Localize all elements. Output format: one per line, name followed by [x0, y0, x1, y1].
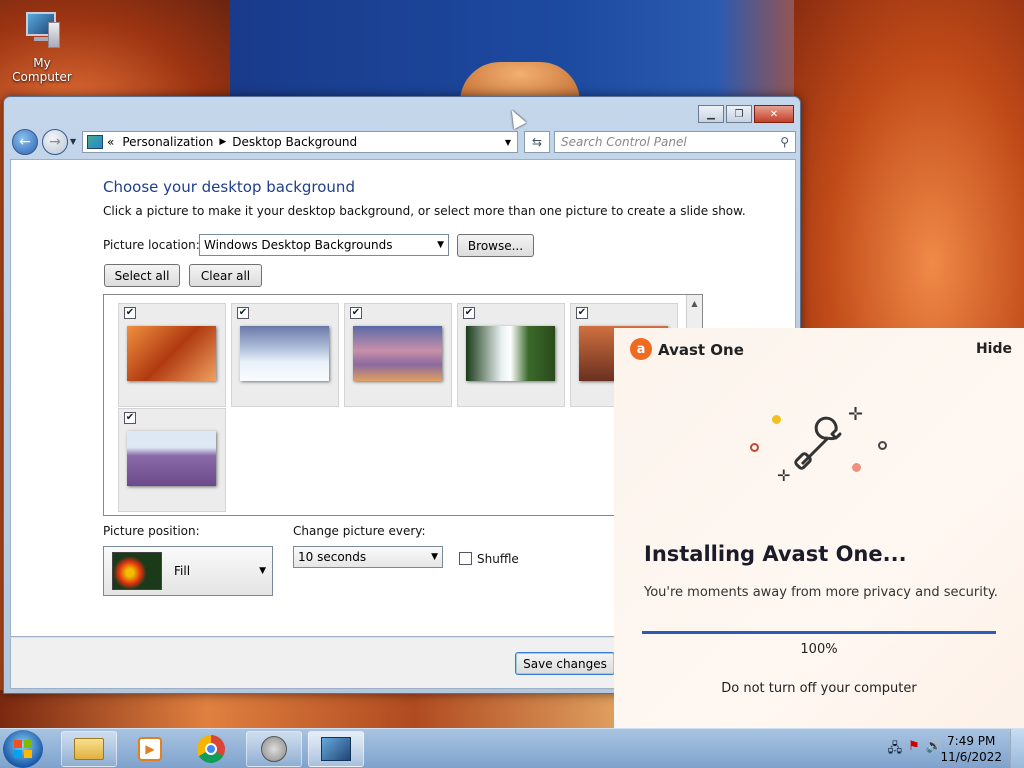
- picture-tile-coast-sunset[interactable]: ✔: [344, 303, 452, 407]
- picture-position-select[interactable]: Fill ▼: [103, 546, 273, 596]
- avast-installer-panel: a Avast One Hide ✛ ✛ Installing Avast On…: [614, 328, 1024, 728]
- picture-location-value: Windows Desktop Backgrounds: [204, 238, 393, 252]
- back-button[interactable]: ←: [12, 129, 38, 155]
- show-desktop-button[interactable]: [1010, 729, 1024, 768]
- shuffle-checkbox[interactable]: [459, 552, 472, 565]
- scroll-up-icon[interactable]: ▲: [687, 295, 702, 311]
- position-preview-icon: [112, 552, 162, 590]
- clock[interactable]: 7:49 PM 11/6/2022: [940, 733, 1002, 765]
- clock-date: 11/6/2022: [940, 750, 1002, 764]
- clock-time: 7:49 PM: [947, 734, 996, 748]
- coast-sunset-thumbnail: [353, 326, 442, 381]
- checkbox[interactable]: ✔: [350, 307, 362, 319]
- breadcrumb-personalization[interactable]: Personalization: [122, 135, 213, 149]
- checkbox[interactable]: ✔: [463, 307, 475, 319]
- picture-location-select[interactable]: Windows Desktop Backgrounds ▼: [199, 234, 449, 256]
- picture-position-value: Fill: [174, 564, 191, 578]
- avast-brand: Avast One: [658, 341, 744, 359]
- page-title: Choose your desktop background: [103, 178, 355, 196]
- compass-icon: [261, 736, 287, 762]
- breadcrumb-separator-icon: ▶: [219, 137, 227, 147]
- checkbox[interactable]: ✔: [237, 307, 249, 319]
- hide-button[interactable]: Hide: [976, 341, 1012, 357]
- install-title: Installing Avast One...: [644, 542, 907, 566]
- forward-button[interactable]: →: [42, 129, 68, 155]
- select-all-button[interactable]: Select all: [104, 264, 180, 287]
- picture-tile-waterfall[interactable]: ✔: [457, 303, 565, 407]
- sparkle-icon: ✛: [777, 466, 791, 485]
- chevron-down-icon: ▼: [259, 566, 266, 576]
- picture-tile-canyon[interactable]: ✔: [118, 303, 226, 407]
- computer-icon: [22, 10, 62, 52]
- address-dropdown-icon[interactable]: ▼: [505, 138, 511, 147]
- picture-location-label: Picture location:: [103, 238, 200, 252]
- shuffle-label[interactable]: Shuffle: [477, 552, 519, 566]
- browse-button[interactable]: Browse...: [457, 234, 534, 257]
- folder-icon: [74, 738, 104, 760]
- maximize-button[interactable]: ❐: [726, 105, 752, 123]
- control-panel-icon: [321, 737, 351, 761]
- taskbar-app[interactable]: [246, 731, 302, 767]
- chevron-down-icon: ▼: [431, 552, 438, 562]
- desktop-icon-my-computer[interactable]: My Computer: [2, 10, 82, 84]
- taskbar-control-panel[interactable]: [308, 731, 364, 767]
- wallpaper-rock-right: [794, 0, 1024, 330]
- progress-percent: 100%: [800, 642, 838, 657]
- taskbar-media-player[interactable]: ▶: [122, 731, 178, 767]
- change-every-value: 10 seconds: [298, 550, 367, 564]
- save-changes-button[interactable]: Save changes: [515, 652, 615, 675]
- install-illustration: ✛ ✛: [744, 398, 894, 488]
- window-controls: ▁ ❐ ✕: [698, 105, 794, 123]
- wallpaper-rock-bottom: [0, 690, 620, 730]
- picture-gallery: ✔ ✔ ✔ ✔ ✔ ✔ ▲: [103, 294, 703, 516]
- change-every-label: Change picture every:: [293, 524, 426, 538]
- glacier-thumbnail: [240, 326, 329, 381]
- checkbox[interactable]: ✔: [576, 307, 588, 319]
- wrench-icon: [794, 416, 842, 470]
- install-warning: Do not turn off your computer: [721, 681, 917, 696]
- windows-logo-icon: [14, 740, 32, 758]
- taskbar-chrome[interactable]: [183, 731, 239, 767]
- install-progress-bar: [642, 631, 996, 634]
- picture-tile-glacier[interactable]: ✔: [231, 303, 339, 407]
- close-button[interactable]: ✕: [754, 105, 794, 123]
- network-icon[interactable]: 🖧: [888, 739, 903, 761]
- minimize-button[interactable]: ▁: [698, 105, 724, 123]
- search-input[interactable]: Search Control Panel ⚲: [554, 131, 796, 153]
- recent-pages-dropdown[interactable]: ▼: [70, 137, 76, 146]
- taskbar: ▶ 🖧 ⚑ 🔊 7:49 PM 11/6/2022: [0, 728, 1024, 768]
- action-center-icon[interactable]: ⚑: [908, 739, 920, 761]
- address-bar[interactable]: « Personalization ▶ Desktop Background ▼: [82, 131, 518, 153]
- checkbox[interactable]: ✔: [124, 412, 136, 424]
- install-subtitle: You're moments away from more privacy an…: [644, 585, 998, 600]
- picture-tile-lavender-field[interactable]: ✔: [118, 408, 226, 512]
- breadcrumb-desktop-background[interactable]: Desktop Background: [232, 135, 357, 149]
- page-description: Click a picture to make it your desktop …: [103, 204, 746, 218]
- waterfall-thumbnail: [466, 326, 555, 381]
- avast-logo-icon: a: [630, 338, 652, 360]
- desktop-icon-label: My Computer: [12, 56, 72, 84]
- canyon-thumbnail: [127, 326, 216, 381]
- clear-all-button[interactable]: Clear all: [189, 264, 262, 287]
- chrome-icon: [197, 735, 225, 763]
- search-icon[interactable]: ⚲: [780, 135, 789, 149]
- search-placeholder: Search Control Panel: [561, 135, 687, 149]
- navigation-bar: ← → ▼ « Personalization ▶ Desktop Backgr…: [10, 127, 796, 155]
- checkbox[interactable]: ✔: [124, 307, 136, 319]
- system-tray: 🖧 ⚑ 🔊: [888, 739, 942, 761]
- breadcrumb-prefix[interactable]: «: [107, 135, 114, 149]
- taskbar-explorer[interactable]: [61, 731, 117, 767]
- picture-position-label: Picture position:: [103, 524, 200, 538]
- chevron-down-icon: ▼: [437, 240, 444, 250]
- refresh-button[interactable]: ⇆: [524, 131, 550, 153]
- media-player-icon: ▶: [138, 737, 162, 761]
- control-panel-icon: [87, 135, 103, 149]
- start-button[interactable]: [3, 730, 43, 768]
- lavender-field-thumbnail: [127, 431, 216, 486]
- change-every-select[interactable]: 10 seconds ▼: [293, 546, 443, 568]
